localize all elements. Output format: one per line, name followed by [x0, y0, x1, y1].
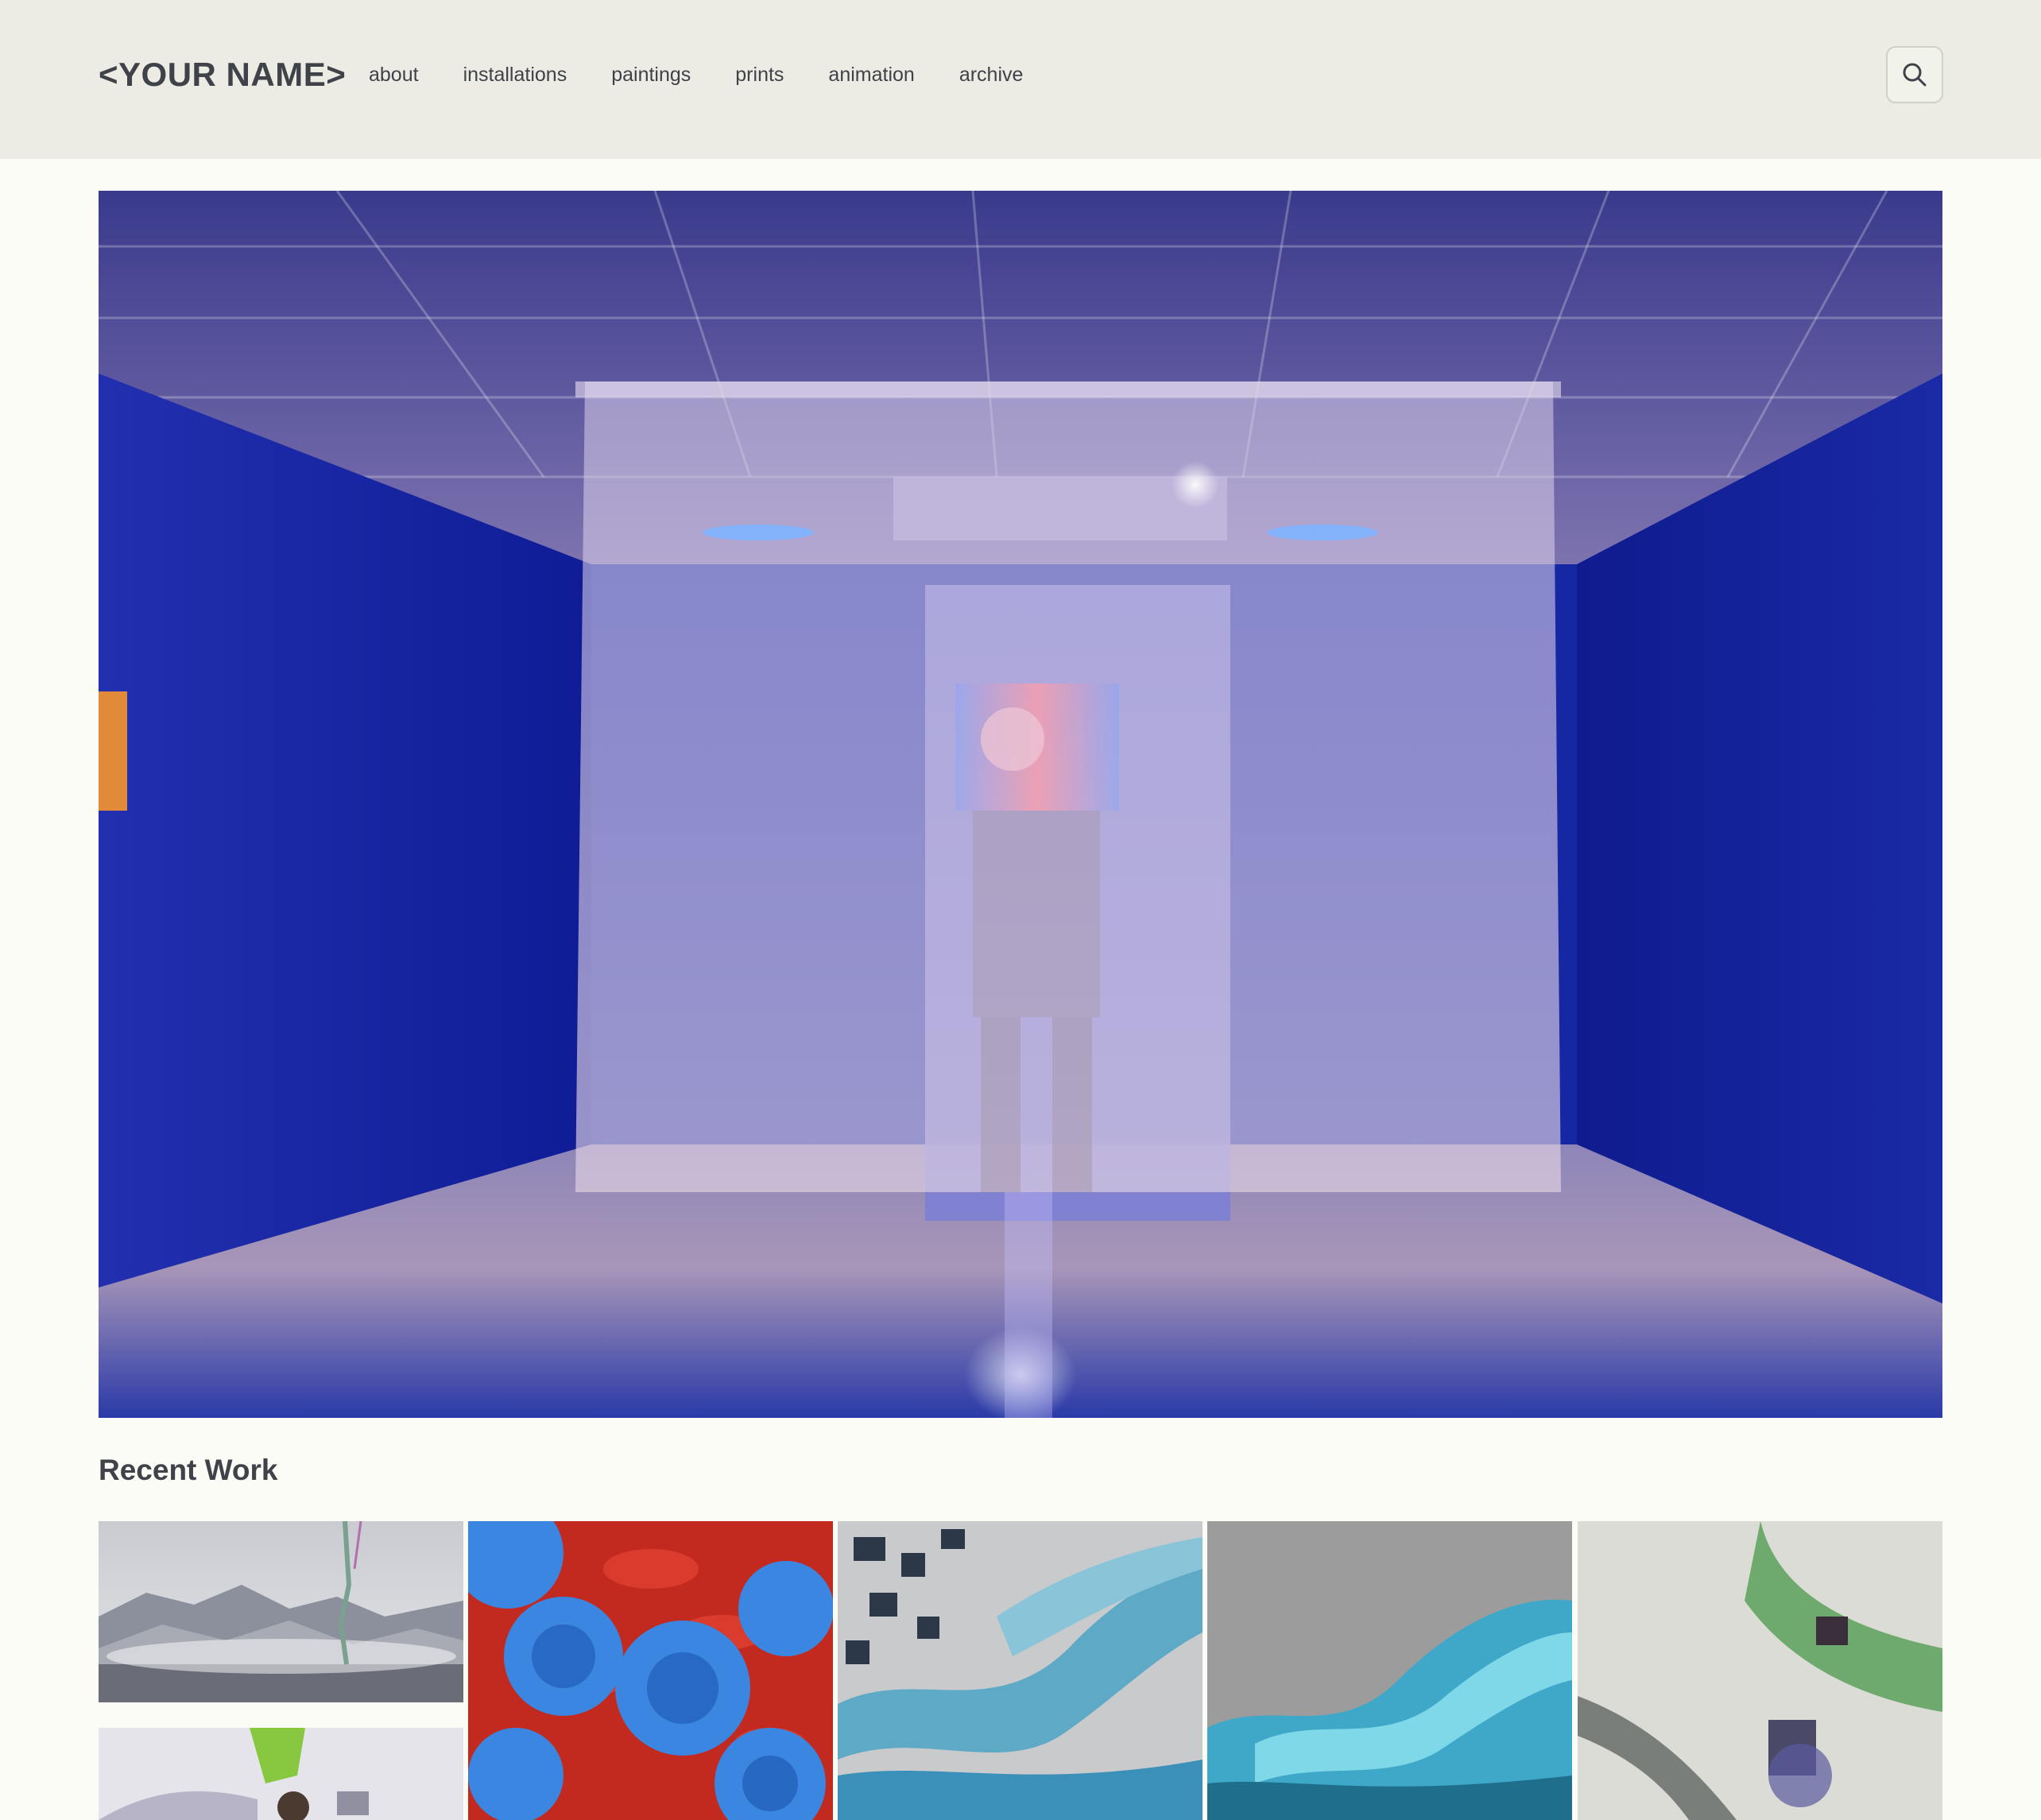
thumbnail-blue-cube-waves[interactable]	[838, 1521, 1203, 1820]
nav-link-paintings[interactable]: paintings	[589, 51, 713, 99]
search-icon	[1903, 63, 1927, 87]
hero-image[interactable]	[99, 191, 1942, 1418]
thumbnail-blue-peonies[interactable]	[468, 1521, 833, 1820]
recent-work-heading: Recent Work	[99, 1454, 278, 1486]
nav-link-animation[interactable]: animation	[806, 51, 936, 99]
nav-link-archive[interactable]: archive	[937, 51, 1046, 99]
thumbnail-green-streams[interactable]	[1578, 1521, 1942, 1820]
thumbnail-green-tendril[interactable]	[99, 1728, 463, 1820]
site-title[interactable]: <YOUR NAME>	[99, 51, 346, 99]
thumbnail-cyan-wave[interactable]	[1207, 1521, 1572, 1820]
cyan-wave-render	[1207, 1521, 1572, 1820]
green-streams-render	[1578, 1521, 1942, 1820]
nav-link-about[interactable]: about	[347, 51, 441, 99]
blue-peonies-on-red	[468, 1521, 833, 1820]
search-button[interactable]	[1886, 46, 1943, 103]
blue-cube-waves	[838, 1521, 1203, 1820]
misty-mountains-painting	[99, 1521, 463, 1702]
main-nav: about installations paintings prints ani…	[347, 51, 1045, 99]
installation-photo	[99, 191, 1942, 1418]
nav-link-prints[interactable]: prints	[713, 51, 806, 99]
recent-work-grid	[99, 1521, 1942, 1820]
site-header: <YOUR NAME> about installations painting…	[0, 0, 2041, 159]
nav-link-installations[interactable]: installations	[441, 51, 590, 99]
thumbnail-misty-mountains[interactable]	[99, 1521, 463, 1702]
green-tendril-render	[99, 1728, 463, 1820]
